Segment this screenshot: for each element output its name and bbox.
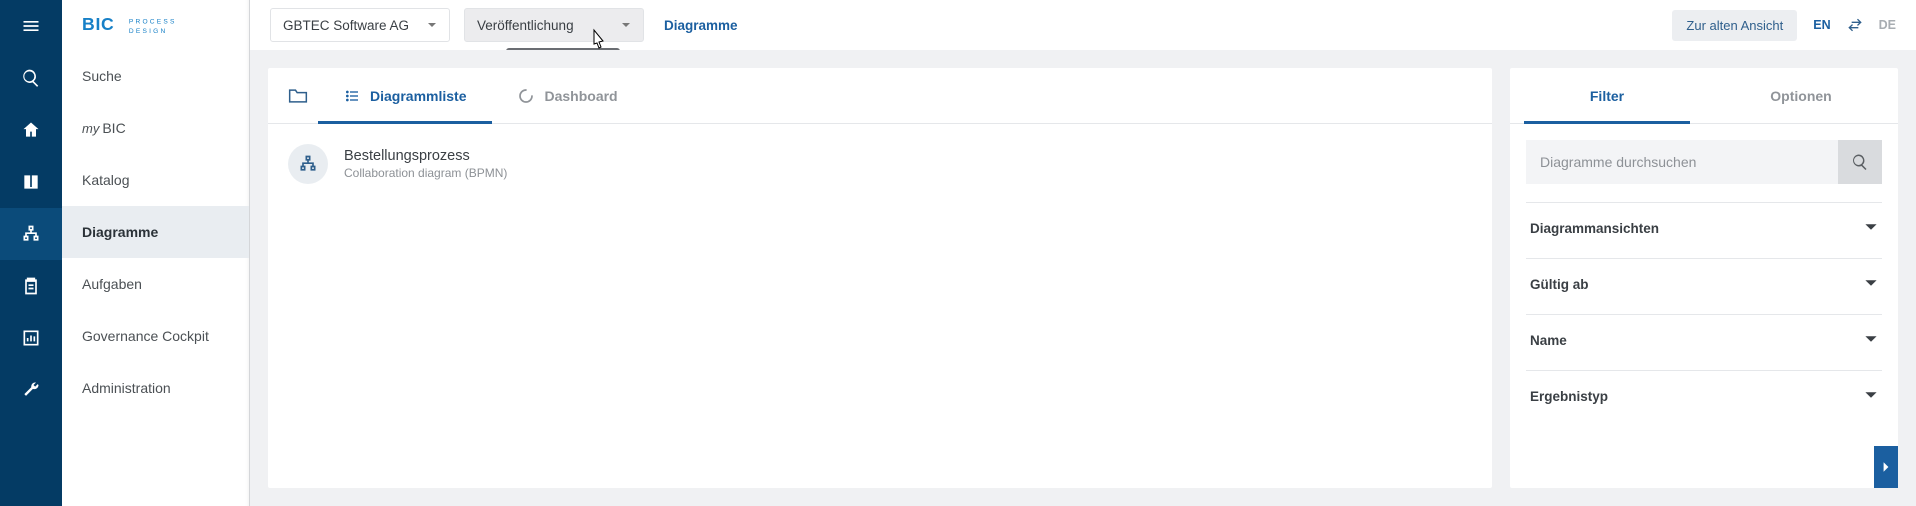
clipboard-icon	[21, 276, 41, 296]
diagram-type-icon	[288, 144, 328, 184]
side-panel: Filter Optionen Diagrammansichten Gültig…	[1510, 68, 1898, 488]
filter-search-input[interactable]	[1526, 140, 1838, 184]
filter-section-ergebnistyp[interactable]: Ergebnistyp	[1526, 370, 1882, 422]
tab-diagrammliste[interactable]: Diagrammliste	[318, 68, 492, 123]
rail-governance[interactable]	[0, 312, 62, 364]
tab-label: Diagrammliste	[370, 88, 466, 104]
list-item-text: Bestellungsprozess Collaboration diagram…	[344, 148, 507, 180]
topbar-right: Zur alten Ansicht EN DE	[1672, 10, 1896, 41]
drawer-item-aufgaben[interactable]: Aufgaben	[62, 258, 249, 310]
logo: BIC PROCESS DESIGN	[62, 0, 249, 50]
list-item-title: Bestellungsprozess	[344, 148, 507, 164]
list-tabs: Diagrammliste Dashboard	[268, 68, 1492, 124]
lang-swap-button[interactable]	[1847, 17, 1863, 33]
drawer: BIC PROCESS DESIGN Suche my BIC Katalog …	[62, 0, 250, 506]
drawer-item-prefix: my	[82, 121, 99, 136]
side-body: Diagrammansichten Gültig ab Name Ergebni…	[1510, 124, 1898, 488]
side-tab-optionen[interactable]: Optionen	[1704, 68, 1898, 123]
chevron-down-icon	[427, 20, 437, 30]
svg-text:PROCESS: PROCESS	[129, 19, 177, 26]
icon-rail	[0, 0, 62, 506]
folder-icon[interactable]	[278, 68, 318, 123]
chevron-down-icon	[1864, 388, 1878, 405]
svg-text:BIC: BIC	[82, 14, 115, 34]
filter-section-gueltig-ab[interactable]: Gültig ab	[1526, 258, 1882, 310]
filter-section-diagrammansichten[interactable]: Diagrammansichten	[1526, 202, 1882, 254]
swap-icon	[1847, 17, 1863, 33]
rail-search[interactable]	[0, 52, 62, 104]
drawer-item-label: Diagramme	[82, 224, 158, 240]
chevron-down-icon	[1864, 220, 1878, 237]
spinner-icon	[518, 88, 534, 104]
drawer-item-label: Katalog	[82, 172, 129, 188]
chevron-down-icon	[1864, 332, 1878, 349]
chevron-down-icon	[1864, 276, 1878, 293]
rail-home[interactable]	[0, 104, 62, 156]
tab-label: Dashboard	[544, 88, 617, 104]
rail-diagrams[interactable]	[0, 208, 62, 260]
lang-de[interactable]: DE	[1879, 18, 1896, 32]
drawer-item-katalog[interactable]: Katalog	[62, 154, 249, 206]
filter-search-button[interactable]	[1838, 140, 1882, 184]
breadcrumb-diagramme[interactable]: Diagramme	[664, 18, 738, 33]
book-icon	[21, 172, 41, 192]
main-area: Diagrammliste Dashboard Bestellungsproze…	[250, 50, 1916, 506]
list-body: Bestellungsprozess Collaboration diagram…	[268, 124, 1492, 488]
rail-admin[interactable]	[0, 364, 62, 416]
menu-icon	[21, 16, 41, 36]
list-icon	[344, 88, 360, 104]
chevron-right-icon	[1880, 461, 1892, 473]
topbar: GBTEC Software AG Veröffentlichung Diagr…	[250, 0, 1916, 50]
stage-select-value: Veröffentlichung	[477, 18, 574, 33]
side-panel-next-button[interactable]	[1874, 446, 1898, 488]
drawer-item-diagramme[interactable]: Diagramme	[62, 206, 249, 258]
filter-section-label: Gültig ab	[1530, 277, 1589, 292]
side-tabs: Filter Optionen	[1510, 68, 1898, 124]
search-icon	[21, 68, 41, 88]
list-item-subtitle: Collaboration diagram (BPMN)	[344, 166, 507, 180]
rail-tasks[interactable]	[0, 260, 62, 312]
rail-menu[interactable]	[0, 0, 62, 52]
chevron-down-icon	[621, 20, 631, 30]
filter-section-label: Name	[1530, 333, 1567, 348]
drawer-item-label: Administration	[82, 380, 171, 396]
drawer-item-suche[interactable]: Suche	[62, 50, 249, 102]
side-tab-filter[interactable]: Filter	[1510, 68, 1704, 123]
drawer-item-label: Governance Cockpit	[82, 328, 209, 344]
svg-text:DESIGN: DESIGN	[129, 28, 167, 35]
filter-section-label: Diagrammansichten	[1530, 221, 1659, 236]
home-icon	[21, 120, 41, 140]
drawer-item-governance[interactable]: Governance Cockpit	[62, 310, 249, 362]
old-view-button[interactable]: Zur alten Ansicht	[1672, 10, 1797, 41]
list-item[interactable]: Bestellungsprozess Collaboration diagram…	[284, 134, 1476, 194]
drawer-item-label: Suche	[82, 68, 122, 84]
tenant-select[interactable]: GBTEC Software AG	[270, 8, 450, 42]
hierarchy-icon	[21, 224, 41, 244]
list-panel: Diagrammliste Dashboard Bestellungsproze…	[268, 68, 1492, 488]
filter-search-row	[1526, 140, 1882, 184]
rail-catalog[interactable]	[0, 156, 62, 208]
drawer-item-label: Aufgaben	[82, 276, 142, 292]
wrench-icon	[21, 380, 41, 400]
filter-section-label: Ergebnistyp	[1530, 389, 1608, 404]
drawer-item-label: BIC	[102, 120, 125, 136]
stage-select[interactable]: Veröffentlichung	[464, 8, 644, 42]
lang-en[interactable]: EN	[1813, 18, 1830, 32]
tab-dashboard[interactable]: Dashboard	[492, 68, 643, 123]
tenant-select-value: GBTEC Software AG	[283, 18, 409, 33]
drawer-item-administration[interactable]: Administration	[62, 362, 249, 414]
bic-logo-icon: BIC PROCESS DESIGN	[82, 14, 236, 36]
filter-section-name[interactable]: Name	[1526, 314, 1882, 366]
chart-icon	[21, 328, 41, 348]
drawer-item-mybic[interactable]: my BIC	[62, 102, 249, 154]
search-icon	[1851, 153, 1869, 171]
